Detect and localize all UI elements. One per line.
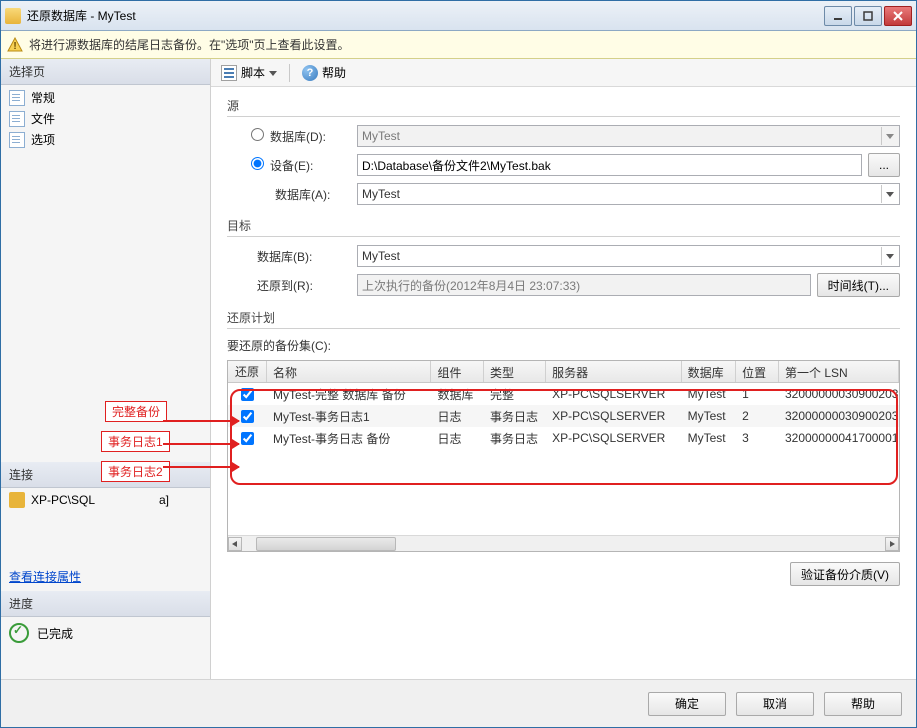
scroll-left-button[interactable]: [228, 537, 242, 551]
source-db-a-label: 数据库(A):: [227, 186, 357, 203]
select-page-header: 选择页: [1, 59, 210, 85]
dialog-button-bar: 确定 取消 帮助: [1, 679, 916, 727]
view-connection-properties-link[interactable]: 查看连接属性: [1, 562, 210, 591]
script-icon: [221, 65, 237, 81]
page-item-options[interactable]: 选项: [1, 129, 210, 150]
page-icon: [9, 90, 25, 106]
chevron-down-icon: [269, 69, 277, 77]
validate-media-button[interactable]: 验证备份介质(V): [790, 562, 900, 586]
restore-to-input: [357, 274, 811, 296]
script-button[interactable]: 脚本: [217, 62, 281, 83]
source-group: 源 数据库(D): MyTest 设备(E):: [227, 97, 900, 205]
toolbar: 脚本 ? 帮助: [211, 59, 916, 87]
source-device-label: 设备(E):: [227, 157, 357, 174]
target-db-label: 数据库(B):: [227, 248, 357, 265]
plan-sets-label: 要还原的备份集(C):: [227, 337, 900, 354]
grid-row[interactable]: MyTest-事务日志1 日志 事务日志 XP-PC\SQLSERVER MyT…: [228, 405, 899, 427]
restore-checkbox[interactable]: [241, 432, 254, 445]
dialog-window: 还原数据库 - MyTest ! 将进行源数据库的结尾日志备份。在"选项"页上查…: [0, 0, 917, 728]
chevron-down-icon: [881, 185, 897, 203]
left-panel: 选择页 常规 文件 选项 连接 XP-PC\SQL a] 查看连接属性 进度 已…: [1, 59, 211, 679]
app-icon: [5, 8, 21, 24]
cancel-button[interactable]: 取消: [736, 692, 814, 716]
maximize-button[interactable]: [854, 6, 882, 26]
chevron-down-icon: [881, 247, 897, 265]
window-title: 还原数据库 - MyTest: [27, 7, 824, 24]
scroll-right-button[interactable]: [885, 537, 899, 551]
backup-sets-grid[interactable]: 还原 名称 组件 类型 服务器 数据库 位置 第一个 LSN MyTest-完整…: [227, 360, 900, 552]
target-db-combo[interactable]: MyTest: [357, 245, 900, 267]
window-buttons: [824, 6, 912, 26]
progress-status: 已完成: [1, 617, 210, 649]
info-bar: ! 将进行源数据库的结尾日志备份。在"选项"页上查看此设置。: [1, 31, 916, 59]
source-device-radio[interactable]: [251, 157, 264, 170]
toolbar-separator: [289, 64, 290, 82]
page-item-general[interactable]: 常规: [1, 87, 210, 108]
plan-title: 还原计划: [227, 309, 900, 329]
dialog-body: 选择页 常规 文件 选项 连接 XP-PC\SQL a] 查看连接属性 进度 已…: [1, 59, 916, 679]
grid-row[interactable]: MyTest-完整 数据库 备份 数据库 完整 XP-PC\SQLSERVER …: [228, 383, 899, 405]
source-db-combo: MyTest: [357, 125, 900, 147]
page-list: 常规 文件 选项: [1, 85, 210, 152]
help-icon: ?: [302, 65, 318, 81]
help-button[interactable]: ? 帮助: [298, 62, 350, 83]
progress-header: 进度: [1, 591, 210, 617]
help-button[interactable]: 帮助: [824, 692, 902, 716]
ok-button[interactable]: 确定: [648, 692, 726, 716]
content: 源 数据库(D): MyTest 设备(E):: [211, 87, 916, 679]
grid-horizontal-scrollbar[interactable]: [228, 535, 899, 551]
grid-header-row: 还原 名称 组件 类型 服务器 数据库 位置 第一个 LSN: [228, 361, 899, 383]
source-title: 源: [227, 97, 900, 117]
device-path-input[interactable]: [357, 154, 862, 176]
titlebar: 还原数据库 - MyTest: [1, 1, 916, 31]
page-icon: [9, 111, 25, 127]
progress-complete-icon: [9, 623, 29, 643]
restore-checkbox[interactable]: [241, 388, 254, 401]
restore-to-label: 还原到(R):: [227, 277, 357, 294]
target-group: 目标 数据库(B): MyTest 还原到(R):: [227, 217, 900, 297]
svg-text:!: !: [13, 41, 16, 52]
grid-row[interactable]: MyTest-事务日志 备份 日志 事务日志 XP-PC\SQLSERVER M…: [228, 427, 899, 449]
browse-button[interactable]: ...: [868, 153, 900, 177]
target-title: 目标: [227, 217, 900, 237]
warning-icon: !: [7, 37, 23, 53]
source-db-a-combo[interactable]: MyTest: [357, 183, 900, 205]
connection-header: 连接: [1, 462, 210, 488]
restore-checkbox[interactable]: [241, 410, 254, 423]
source-db-radio[interactable]: [251, 128, 264, 141]
connection-item: XP-PC\SQL a]: [1, 488, 210, 512]
timeline-button[interactable]: 时间线(T)...: [817, 273, 900, 297]
info-text: 将进行源数据库的结尾日志备份。在"选项"页上查看此设置。: [29, 36, 350, 53]
source-db-label: 数据库(D):: [227, 128, 357, 145]
scroll-thumb[interactable]: [256, 537, 396, 551]
minimize-button[interactable]: [824, 6, 852, 26]
close-button[interactable]: [884, 6, 912, 26]
page-icon: [9, 132, 25, 148]
server-icon: [9, 492, 25, 508]
chevron-down-icon: [881, 127, 897, 145]
plan-group: 还原计划 要还原的备份集(C): 还原 名称 组件 类型 服务器 数据库 位置 …: [227, 309, 900, 586]
right-panel: 脚本 ? 帮助 源 数据库(D): MyTest: [211, 59, 916, 679]
page-item-files[interactable]: 文件: [1, 108, 210, 129]
